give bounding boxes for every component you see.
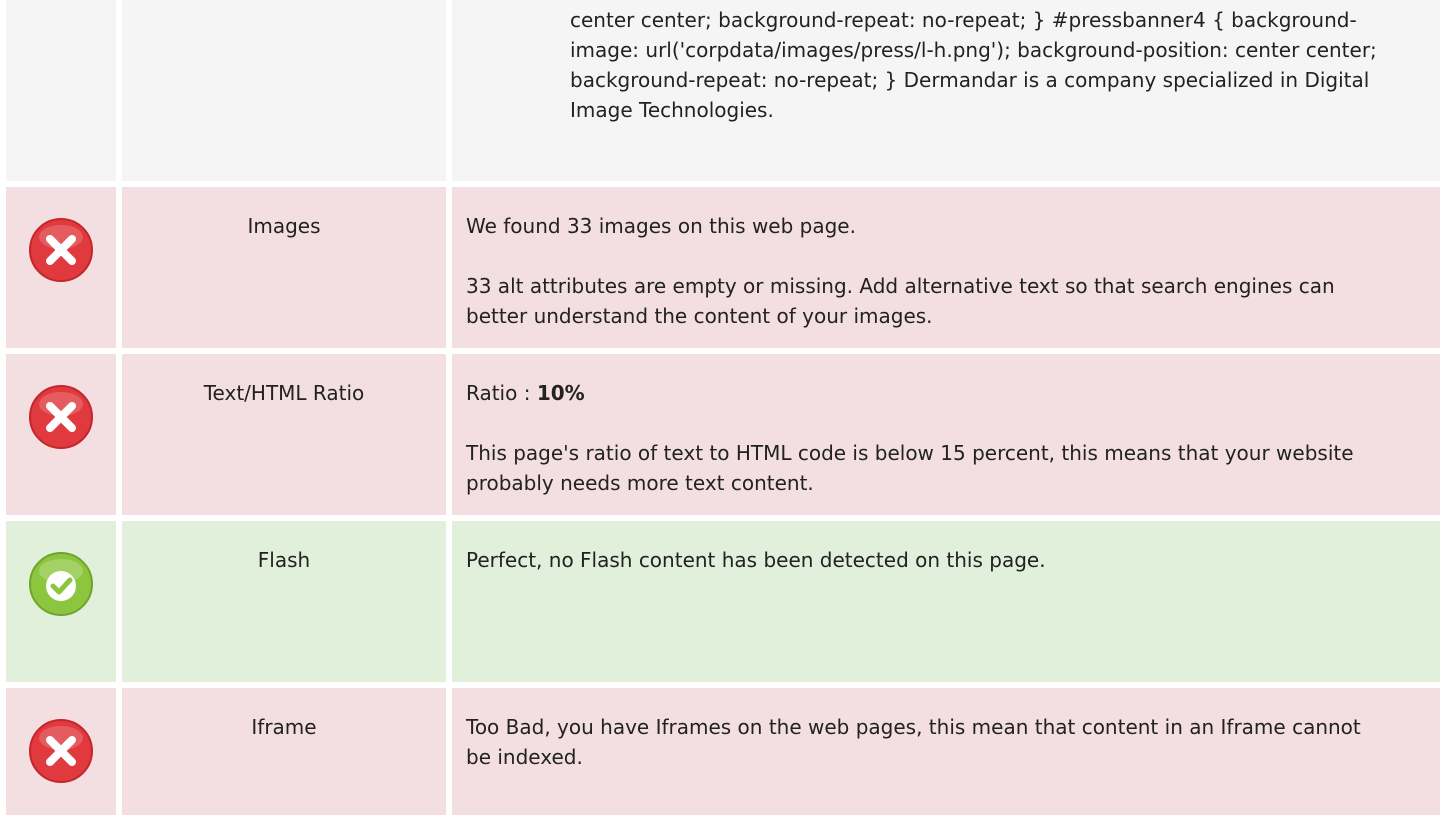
ratio-prefix: Ratio : [466,381,537,405]
status-cell [6,521,116,682]
row-description-continued: center center; background-repeat: no-rep… [6,0,1440,181]
check-result: Too Bad, you have Iframes on the web pag… [452,688,1440,815]
seo-results-table: center center; background-repeat: no-rep… [6,0,1440,821]
description-cell: center center; background-repeat: no-rep… [452,0,1440,181]
ratio-line: Ratio : 10% [466,378,1380,408]
flash-result-text: Perfect, no Flash content has been detec… [466,548,1046,572]
error-x-icon [28,217,94,283]
status-cell [6,688,116,815]
row-images: Images We found 33 images on this web pa… [6,187,1440,348]
row-flash: Flash Perfect, no Flash content has been… [6,521,1440,682]
ratio-value: 10% [536,381,585,405]
check-label: Text/HTML Ratio [122,354,446,515]
check-label: Flash [122,521,446,682]
ratio-explanation: This page's ratio of text to HTML code i… [466,441,1354,495]
error-x-icon [28,384,94,450]
status-cell [6,187,116,348]
iframe-result-text: Too Bad, you have Iframes on the web pag… [466,715,1361,769]
status-cell [6,0,116,181]
check-result: Ratio : 10% This page's ratio of text to… [452,354,1440,515]
row-text-html-ratio: Text/HTML Ratio Ratio : 10% This page's … [6,354,1440,515]
status-cell [6,354,116,515]
alt-attributes-text: 33 alt attributes are empty or missing. … [466,274,1335,328]
images-found-text: We found 33 images on this web page. [466,214,856,238]
error-x-icon [28,718,94,784]
check-label: Images [122,187,446,348]
check-result: Perfect, no Flash content has been detec… [452,521,1440,682]
row-iframe: Iframe Too Bad, you have Iframes on the … [6,688,1440,815]
check-result: We found 33 images on this web page. 33 … [452,187,1440,348]
check-icon [28,551,94,617]
description-text: center center; background-repeat: no-rep… [570,8,1377,122]
label-cell [122,0,446,181]
check-label: Iframe [122,688,446,815]
